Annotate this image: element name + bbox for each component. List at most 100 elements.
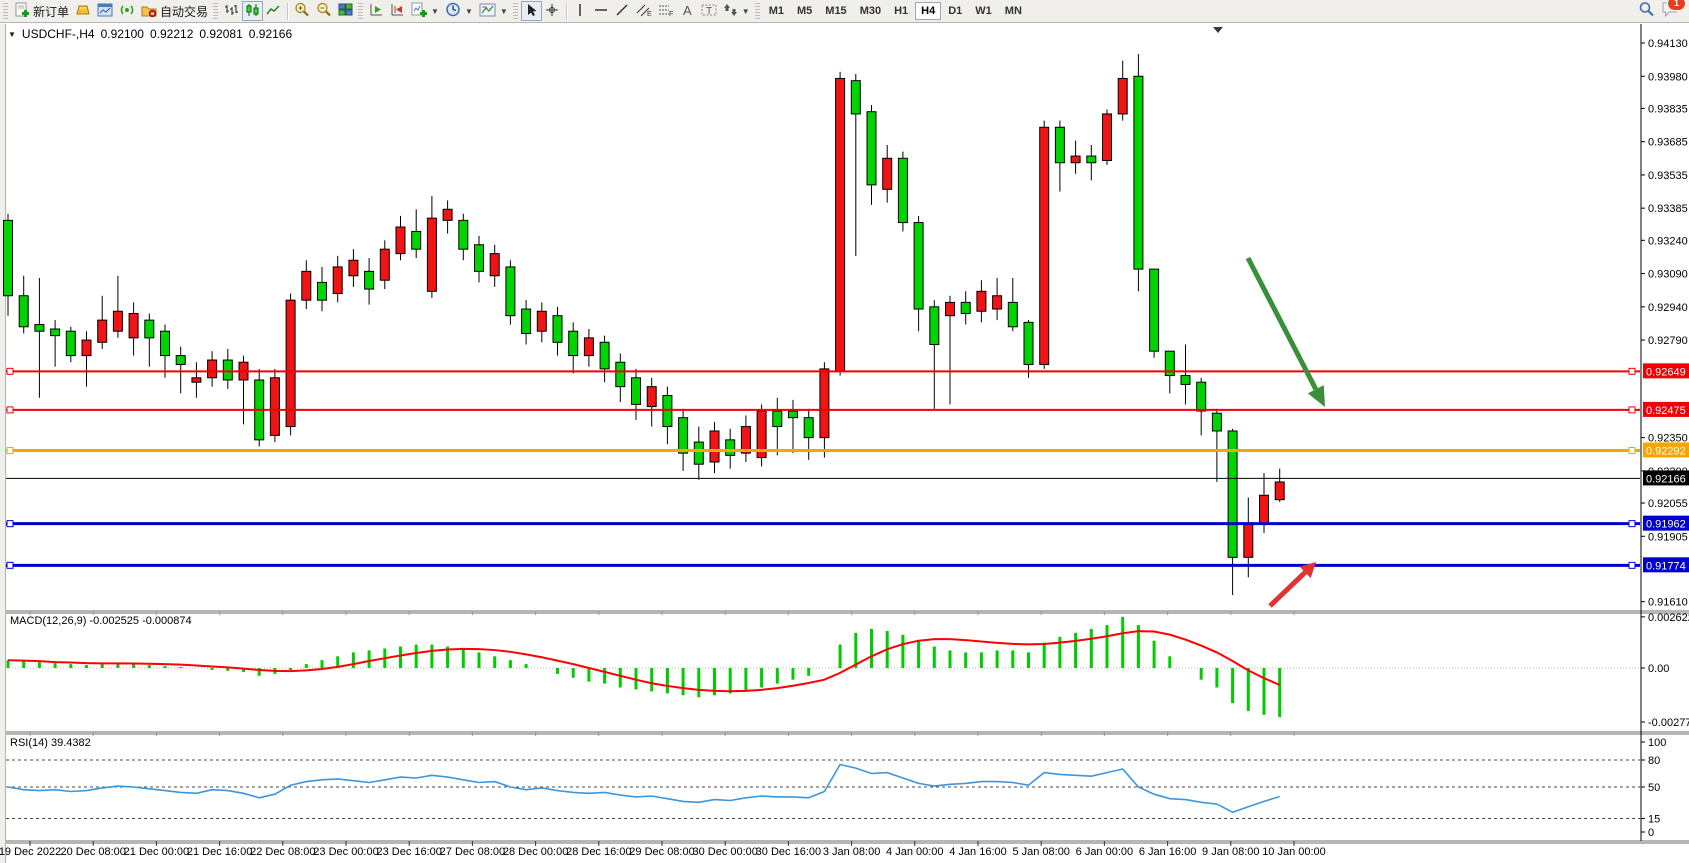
chart-shift-marker[interactable] [1213,27,1223,33]
crosshair-tool-button[interactable] [542,1,563,21]
candle-body [208,360,217,378]
tab-timeframe-h4[interactable]: H4 [915,2,941,20]
timeframe-toolbar: M1M5M15M30H1H4D1W1MN [763,2,1028,20]
line-drag-handle[interactable] [1629,447,1635,453]
toolbar-grip[interactable] [513,3,518,19]
tab-timeframe-w1[interactable]: W1 [969,2,998,20]
candle-body [82,340,91,356]
cursor-arrow-icon [525,3,538,20]
line-drag-handle[interactable] [7,521,13,527]
candle-body [867,112,876,185]
vertical-line-tool-button[interactable] [570,1,591,21]
text-tool-button[interactable]: A [677,1,698,21]
signals-button[interactable] [116,1,138,21]
tab-timeframe-m5[interactable]: M5 [791,2,818,20]
candle-body [318,282,327,300]
time-axis-label: 4 Jan 00:00 [886,846,944,858]
chart-menu-dropdown-icon[interactable]: ▼ [8,30,16,39]
chart-canvas[interactable]: 0.941300.939800.938350.936850.935350.933… [0,0,1689,863]
toolbar-grip[interactable] [755,3,760,19]
candle-body [569,331,578,355]
zoom-in-button[interactable] [291,1,313,21]
clock-icon [445,2,461,20]
candle-body [647,387,656,407]
toolbar-grip[interactable] [3,3,8,19]
autotrading-button[interactable]: 自动交易 [138,1,211,21]
line-chart-mode-button[interactable] [263,1,284,21]
tab-timeframe-m15[interactable]: M15 [819,2,852,20]
candle-body [883,158,892,189]
cursor-tool-button[interactable] [521,1,542,21]
line-drag-handle[interactable] [7,562,13,568]
text-label-tool-button[interactable]: T [698,1,720,21]
rsi-axis-label: 0 [1648,827,1654,839]
svg-text:E: E [647,11,652,17]
candle-body [349,260,358,276]
time-axis-label: 22 Dec 08:00 [250,846,315,858]
candle-body [113,311,122,331]
time-axis-label: 20 Dec 08:00 [60,846,125,858]
add-indicator-button[interactable]: ▼ [408,1,442,21]
time-axis-label: 9 Jan 08:00 [1202,846,1260,858]
down-trend-arrow[interactable] [1248,258,1325,407]
step-back-button[interactable] [387,1,408,21]
horizontal-line-tool-button[interactable] [591,1,612,21]
tab-timeframe-h1[interactable]: H1 [888,2,914,20]
templates-button[interactable]: ▼ [476,1,511,21]
chart-play-icon [369,3,384,20]
tab-timeframe-m1[interactable]: M1 [763,2,790,20]
trendline-tool-button[interactable] [612,1,633,21]
time-axis-label: 3 Jan 08:00 [823,846,881,858]
new-order-button[interactable]: 新订单 [11,1,72,21]
fibonacci-tool-button[interactable]: F [655,1,677,21]
up-reversal-arrow[interactable] [1270,562,1316,606]
candle-body [333,267,342,294]
tile-windows-button[interactable] [335,1,356,21]
candle-body [977,291,986,311]
bar-chart-icon [224,3,239,20]
equidistant-channel-tool-button[interactable]: E [633,1,655,21]
candle-body [726,440,735,456]
fibonacci-icon: F [658,3,674,20]
price-badge-label: 0.91962 [1646,519,1686,531]
periods-button[interactable]: ▼ [442,1,476,21]
candlestick-mode-button[interactable] [242,1,263,21]
line-drag-handle[interactable] [1629,521,1635,527]
tab-timeframe-d1[interactable]: D1 [942,2,968,20]
autotrading-label: 自动交易 [160,3,208,20]
search-icon[interactable] [1638,1,1655,22]
time-axis-label: 6 Jan 16:00 [1139,846,1197,858]
time-axis-label: 5 Jan 08:00 [1012,846,1070,858]
tab-timeframe-m30[interactable]: M30 [854,2,887,20]
line-drag-handle[interactable] [7,368,13,374]
toolbar-grip[interactable] [358,3,363,19]
dropdown-caret-icon: ▼ [500,7,508,16]
notification-count-badge: 1 [1667,0,1686,11]
step-forward-button[interactable] [366,1,387,21]
candle-body [270,378,279,436]
macd-signal-line [8,631,1280,691]
rsi-line [8,765,1280,813]
candle-body [1275,482,1284,500]
toolbar-grip[interactable] [213,3,218,19]
price-badge-label: 0.92475 [1646,405,1686,417]
line-drag-handle[interactable] [1629,562,1635,568]
line-drag-handle[interactable] [7,407,13,413]
gold-button[interactable] [72,1,94,21]
candle-body [632,378,641,405]
bar-chart-mode-button[interactable] [221,1,242,21]
chart-window-button[interactable] [94,1,116,21]
candle-body [412,231,421,249]
zoom-out-button[interactable] [313,1,335,21]
arrows-tool-button[interactable]: ▼ [720,1,753,21]
line-drag-handle[interactable] [1629,407,1635,413]
price-axis-label: 0.93090 [1648,269,1688,281]
toolbar-separator [287,3,288,20]
tab-timeframe-mn[interactable]: MN [999,2,1028,20]
gold-bar-icon [75,3,91,20]
line-drag-handle[interactable] [7,447,13,453]
notifications-button[interactable]: 1 [1661,1,1679,22]
text-icon: A [681,3,694,20]
line-drag-handle[interactable] [1629,368,1635,374]
rsi-axis-label: 80 [1648,755,1660,767]
